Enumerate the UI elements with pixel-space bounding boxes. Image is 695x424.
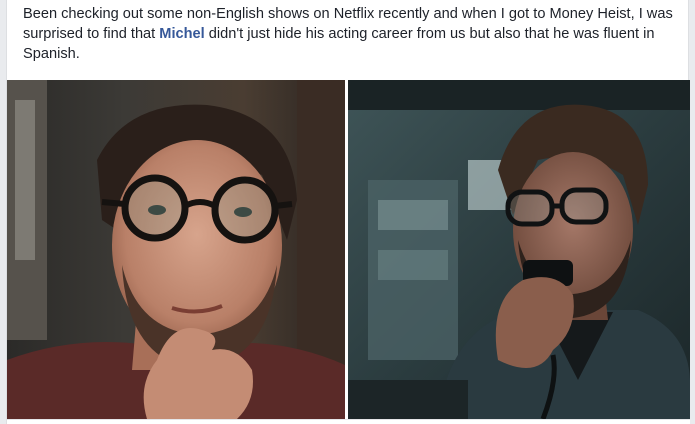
post-text: Been checking out some non-English shows…: [23, 4, 683, 64]
radio-scene-image: [348, 80, 690, 419]
post-card: Been checking out some non-English shows…: [6, 0, 690, 424]
photo-left[interactable]: [7, 80, 345, 419]
post-footer-divider: [7, 419, 690, 424]
photo-right[interactable]: [348, 80, 690, 419]
mention-link[interactable]: Michel: [159, 26, 204, 42]
portrait-image: [7, 80, 345, 419]
photo-grid: [7, 80, 690, 419]
